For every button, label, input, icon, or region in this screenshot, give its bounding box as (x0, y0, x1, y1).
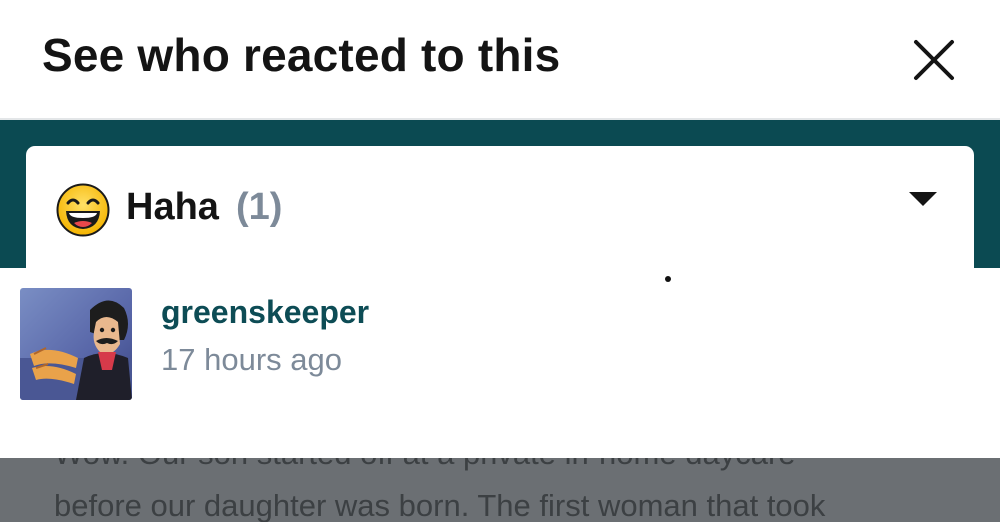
reaction-count: (1) (236, 186, 283, 228)
close-icon (914, 40, 954, 80)
dialog-title: See who reacted to this (42, 29, 561, 81)
reaction-timestamp: 17 hours ago (161, 342, 342, 377)
reactors-list: greenskeeper 17 hours ago (0, 268, 1000, 458)
haha-emoji-icon (56, 183, 110, 237)
dialog-header: See who reacted to this (0, 0, 1000, 120)
list-item[interactable]: greenskeeper 17 hours ago (0, 286, 1000, 402)
reactor-username[interactable]: greenskeeper (161, 294, 369, 331)
loading-dot (665, 276, 671, 282)
cartoon-avatar-icon (20, 288, 132, 400)
background-post-line: Wow. Our son started off at a private in… (54, 458, 796, 472)
reaction-name: Haha (126, 186, 219, 228)
caret-down-icon (909, 192, 937, 206)
close-button[interactable] (906, 32, 962, 88)
reactions-dialog-page: Wow. Our son started off at a private in… (0, 0, 1000, 522)
avatar[interactable] (20, 288, 132, 400)
background-overlay: Wow. Our son started off at a private in… (0, 458, 1000, 522)
background-post-line: before our daughter was born. The first … (54, 488, 826, 522)
reaction-filter-dropdown[interactable]: Haha (1) (26, 146, 974, 270)
